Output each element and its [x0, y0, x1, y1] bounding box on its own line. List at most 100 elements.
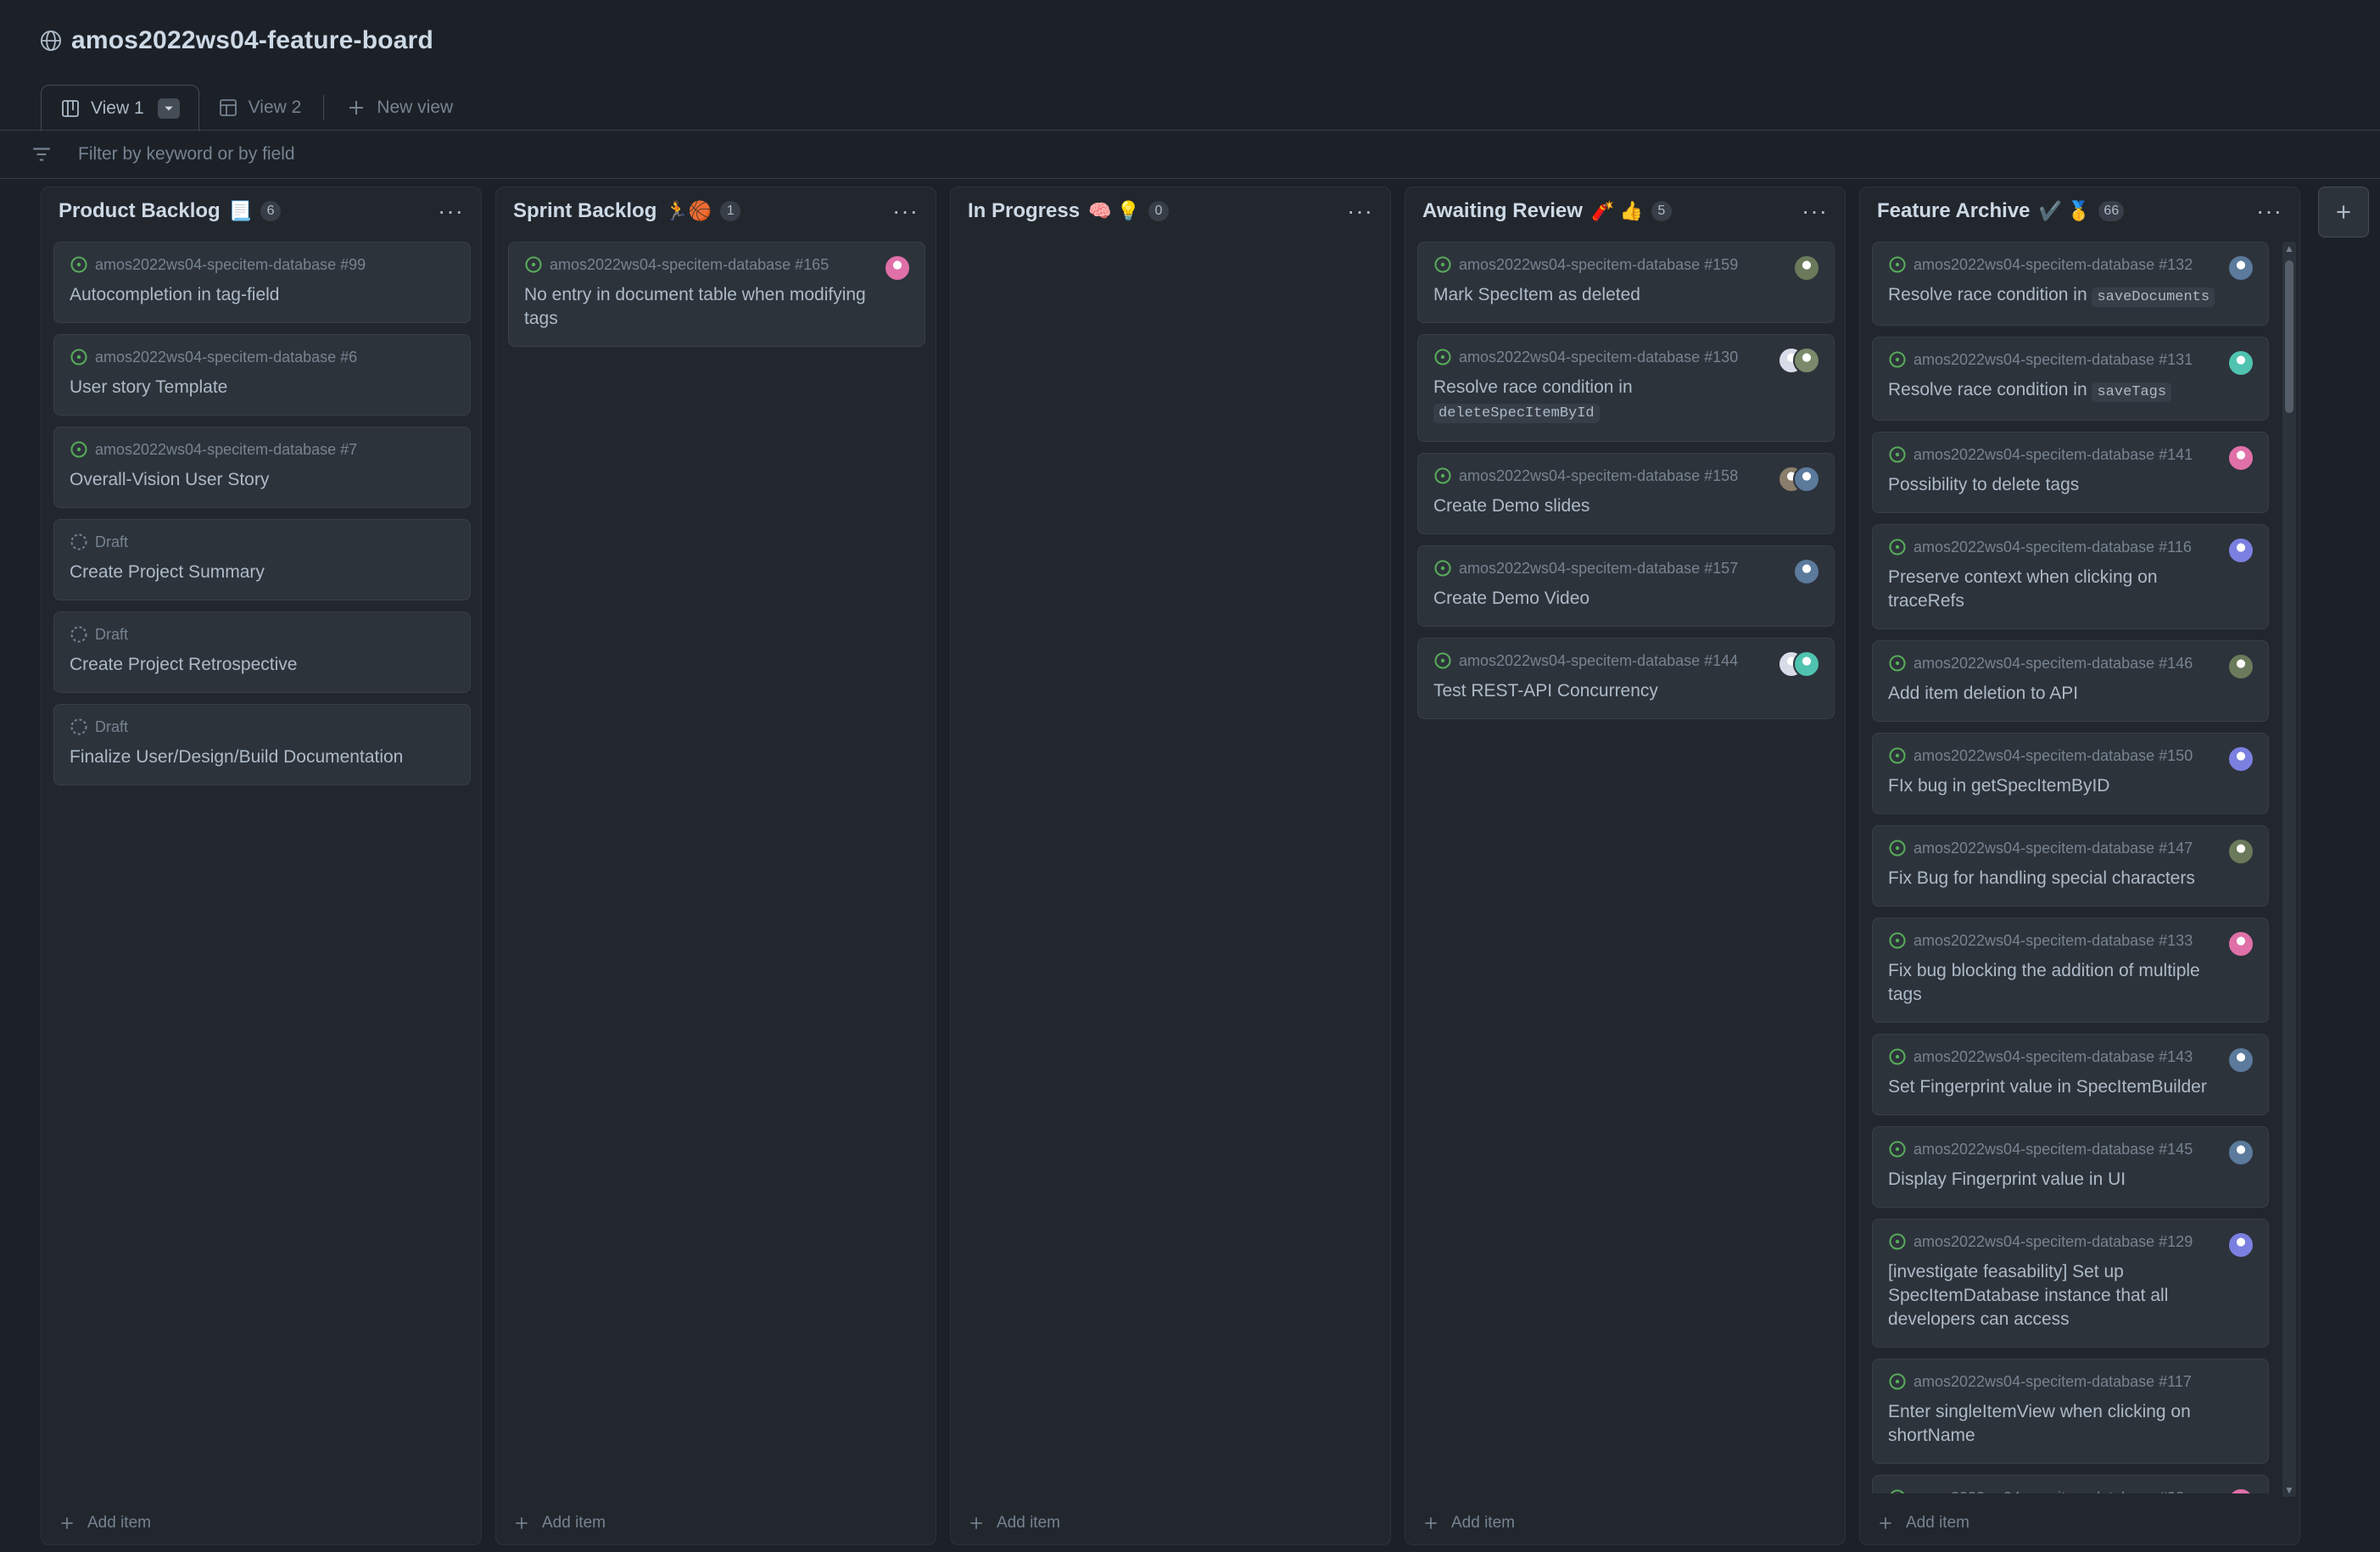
card-title[interactable]: Set Fingerprint value in SpecItemBuilder [1888, 1075, 2253, 1099]
card-title[interactable]: Display Fingerprint value in UI [1888, 1168, 2253, 1192]
card[interactable]: amos2022ws04-specitem-database #144 Test… [1417, 638, 1835, 719]
column-menu-icon[interactable]: ··· [438, 199, 464, 223]
card-repo: amos2022ws04-specitem-database #143 [1913, 1047, 2193, 1065]
tab-view-2[interactable]: View 2 [199, 85, 321, 131]
card-title[interactable]: Test REST-API Concurrency [1433, 679, 1819, 703]
assignees[interactable] [2227, 1139, 2254, 1166]
assignees[interactable] [2227, 838, 2254, 865]
tab-view-1[interactable]: View 1 [41, 85, 199, 131]
card-repo: amos2022ws04-specitem-database #158 [1459, 466, 1739, 484]
card[interactable]: amos2022ws04-specitem-database #129 [inv… [1872, 1219, 2269, 1348]
card-title[interactable]: Enter singleItemView when clicking on sh… [1888, 1400, 2253, 1448]
add-column-button[interactable] [2318, 187, 2369, 237]
add-item-button[interactable]: Add item [59, 1514, 151, 1532]
card-title[interactable]: Finalize User/Design/Build Documentation [70, 745, 455, 769]
card[interactable]: Draft Create Project Summary [53, 519, 471, 600]
assignees[interactable] [2227, 254, 2254, 282]
card[interactable]: amos2022ws04-specitem-database #116 Pres… [1872, 524, 2269, 629]
card[interactable]: amos2022ws04-specitem-database #99 Autoc… [53, 242, 471, 323]
add-item-button[interactable]: Add item [1877, 1514, 1969, 1532]
card-title[interactable]: No entry in document table when modifyin… [524, 283, 909, 331]
assignees[interactable] [1778, 650, 1820, 678]
scroll-down-icon[interactable]: ▼ [2282, 1483, 2296, 1497]
card-title[interactable]: [investigate feasability] Set up SpecIte… [1888, 1260, 2253, 1331]
card[interactable]: amos2022ws04-specitem-database #157 Crea… [1417, 545, 1835, 627]
card-title[interactable]: Preserve context when clicking on traceR… [1888, 566, 2253, 613]
assignees[interactable] [2227, 444, 2254, 472]
new-view-button[interactable]: New view [327, 85, 472, 131]
assignees[interactable] [884, 254, 911, 282]
card-title[interactable]: Fix Bug for handling special characters [1888, 867, 2253, 890]
add-item-button[interactable]: Add item [968, 1514, 1060, 1532]
card-title[interactable]: Possibility to delete tags [1888, 473, 2253, 497]
card[interactable]: amos2022ws04-specitem-database #131 Reso… [1872, 337, 2269, 421]
assignees[interactable] [1778, 466, 1820, 493]
card-title[interactable]: Resolve race condition in deleteSpecItem… [1433, 376, 1819, 426]
assignees[interactable] [2227, 1231, 2254, 1259]
scroll-thumb[interactable] [2285, 260, 2293, 413]
filter-icon[interactable] [31, 143, 53, 165]
add-item-button[interactable]: Add item [513, 1514, 606, 1532]
card[interactable]: amos2022ws04-specitem-database #158 Crea… [1417, 453, 1835, 534]
card[interactable]: amos2022ws04-specitem-database #141 Poss… [1872, 432, 2269, 513]
scroll-up-icon[interactable]: ▲ [2282, 242, 2296, 255]
card[interactable]: amos2022ws04-specitem-database #132 Reso… [1872, 242, 2269, 326]
card-repo: Draft [95, 625, 129, 643]
column-menu-icon[interactable]: ··· [1802, 199, 1828, 223]
avatar [1793, 558, 1820, 585]
card-title[interactable]: Resolve race condition in saveTags [1888, 378, 2253, 405]
card-title[interactable]: FIx bug in getSpecItemByID [1888, 774, 2253, 798]
card-title[interactable]: Create Project Summary [70, 561, 455, 584]
card[interactable]: amos2022ws04-specitem-database #98 [1872, 1475, 2269, 1493]
assignees[interactable] [2227, 1488, 2254, 1493]
column-menu-icon[interactable]: ··· [1347, 199, 1373, 223]
card-meta: amos2022ws04-specitem-database #117 [1888, 1371, 2253, 1392]
card[interactable]: amos2022ws04-specitem-database #145 Disp… [1872, 1126, 2269, 1208]
assignees[interactable] [2227, 653, 2254, 680]
assignees[interactable] [1793, 558, 1820, 585]
card[interactable]: amos2022ws04-specitem-database #117 Ente… [1872, 1359, 2269, 1464]
card[interactable]: amos2022ws04-specitem-database #7 Overal… [53, 427, 471, 508]
column-menu-icon[interactable]: ··· [2256, 199, 2282, 223]
card-title[interactable]: Resolve race condition in saveDocuments [1888, 283, 2253, 310]
card-title[interactable]: User story Template [70, 376, 455, 399]
assignees[interactable] [1778, 347, 1820, 374]
assignees[interactable] [2227, 537, 2254, 564]
card[interactable]: amos2022ws04-specitem-database #133 Fix … [1872, 918, 2269, 1023]
card-title[interactable]: Overall-Vision User Story [70, 468, 455, 492]
card[interactable]: amos2022ws04-specitem-database #150 FIx … [1872, 733, 2269, 814]
card-title[interactable]: Create Demo Video [1433, 587, 1819, 611]
view-options-dropdown[interactable] [157, 98, 180, 119]
column-emoji: 🧨 👍 [1590, 200, 1643, 221]
assignees[interactable] [2227, 930, 2254, 957]
card-title[interactable]: Fix bug blocking the addition of multipl… [1888, 959, 2253, 1007]
card-meta: amos2022ws04-specitem-database #98 [1888, 1488, 2253, 1493]
card-title[interactable]: Autocompletion in tag-field [70, 283, 455, 307]
assignees[interactable] [2227, 745, 2254, 773]
card-title[interactable]: Add item deletion to API [1888, 682, 2253, 706]
column-menu-icon[interactable]: ··· [892, 199, 919, 223]
assignees[interactable] [1793, 254, 1820, 282]
card-meta: amos2022ws04-specitem-database #130 [1433, 347, 1819, 367]
card[interactable]: amos2022ws04-specitem-database #143 Set … [1872, 1034, 2269, 1115]
assignees[interactable] [2227, 349, 2254, 377]
card[interactable]: Draft Finalize User/Design/Build Documen… [53, 704, 471, 785]
add-item-button[interactable]: Add item [1422, 1514, 1515, 1532]
card-title[interactable]: Mark SpecItem as deleted [1433, 283, 1819, 307]
open-issue-icon [1888, 1488, 1907, 1493]
tab-divider [323, 95, 325, 120]
filter-input[interactable] [76, 143, 758, 165]
card[interactable]: Draft Create Project Retrospective [53, 611, 471, 693]
card[interactable]: amos2022ws04-specitem-database #147 Fix … [1872, 825, 2269, 907]
card[interactable]: amos2022ws04-specitem-database #146 Add … [1872, 640, 2269, 722]
card-title[interactable]: Create Demo slides [1433, 494, 1819, 518]
assignees[interactable] [2227, 1047, 2254, 1074]
card[interactable]: amos2022ws04-specitem-database #159 Mark… [1417, 242, 1835, 323]
card[interactable]: amos2022ws04-specitem-database #165 No e… [508, 242, 925, 347]
card[interactable]: amos2022ws04-specitem-database #6 User s… [53, 334, 471, 416]
table-icon [218, 98, 238, 118]
card-title[interactable]: Create Project Retrospective [70, 653, 455, 677]
card[interactable]: amos2022ws04-specitem-database #130 Reso… [1417, 334, 1835, 442]
scrollbar[interactable]: ▲ ▼ [2282, 242, 2296, 1497]
card-repo: amos2022ws04-specitem-database #144 [1459, 651, 1739, 669]
